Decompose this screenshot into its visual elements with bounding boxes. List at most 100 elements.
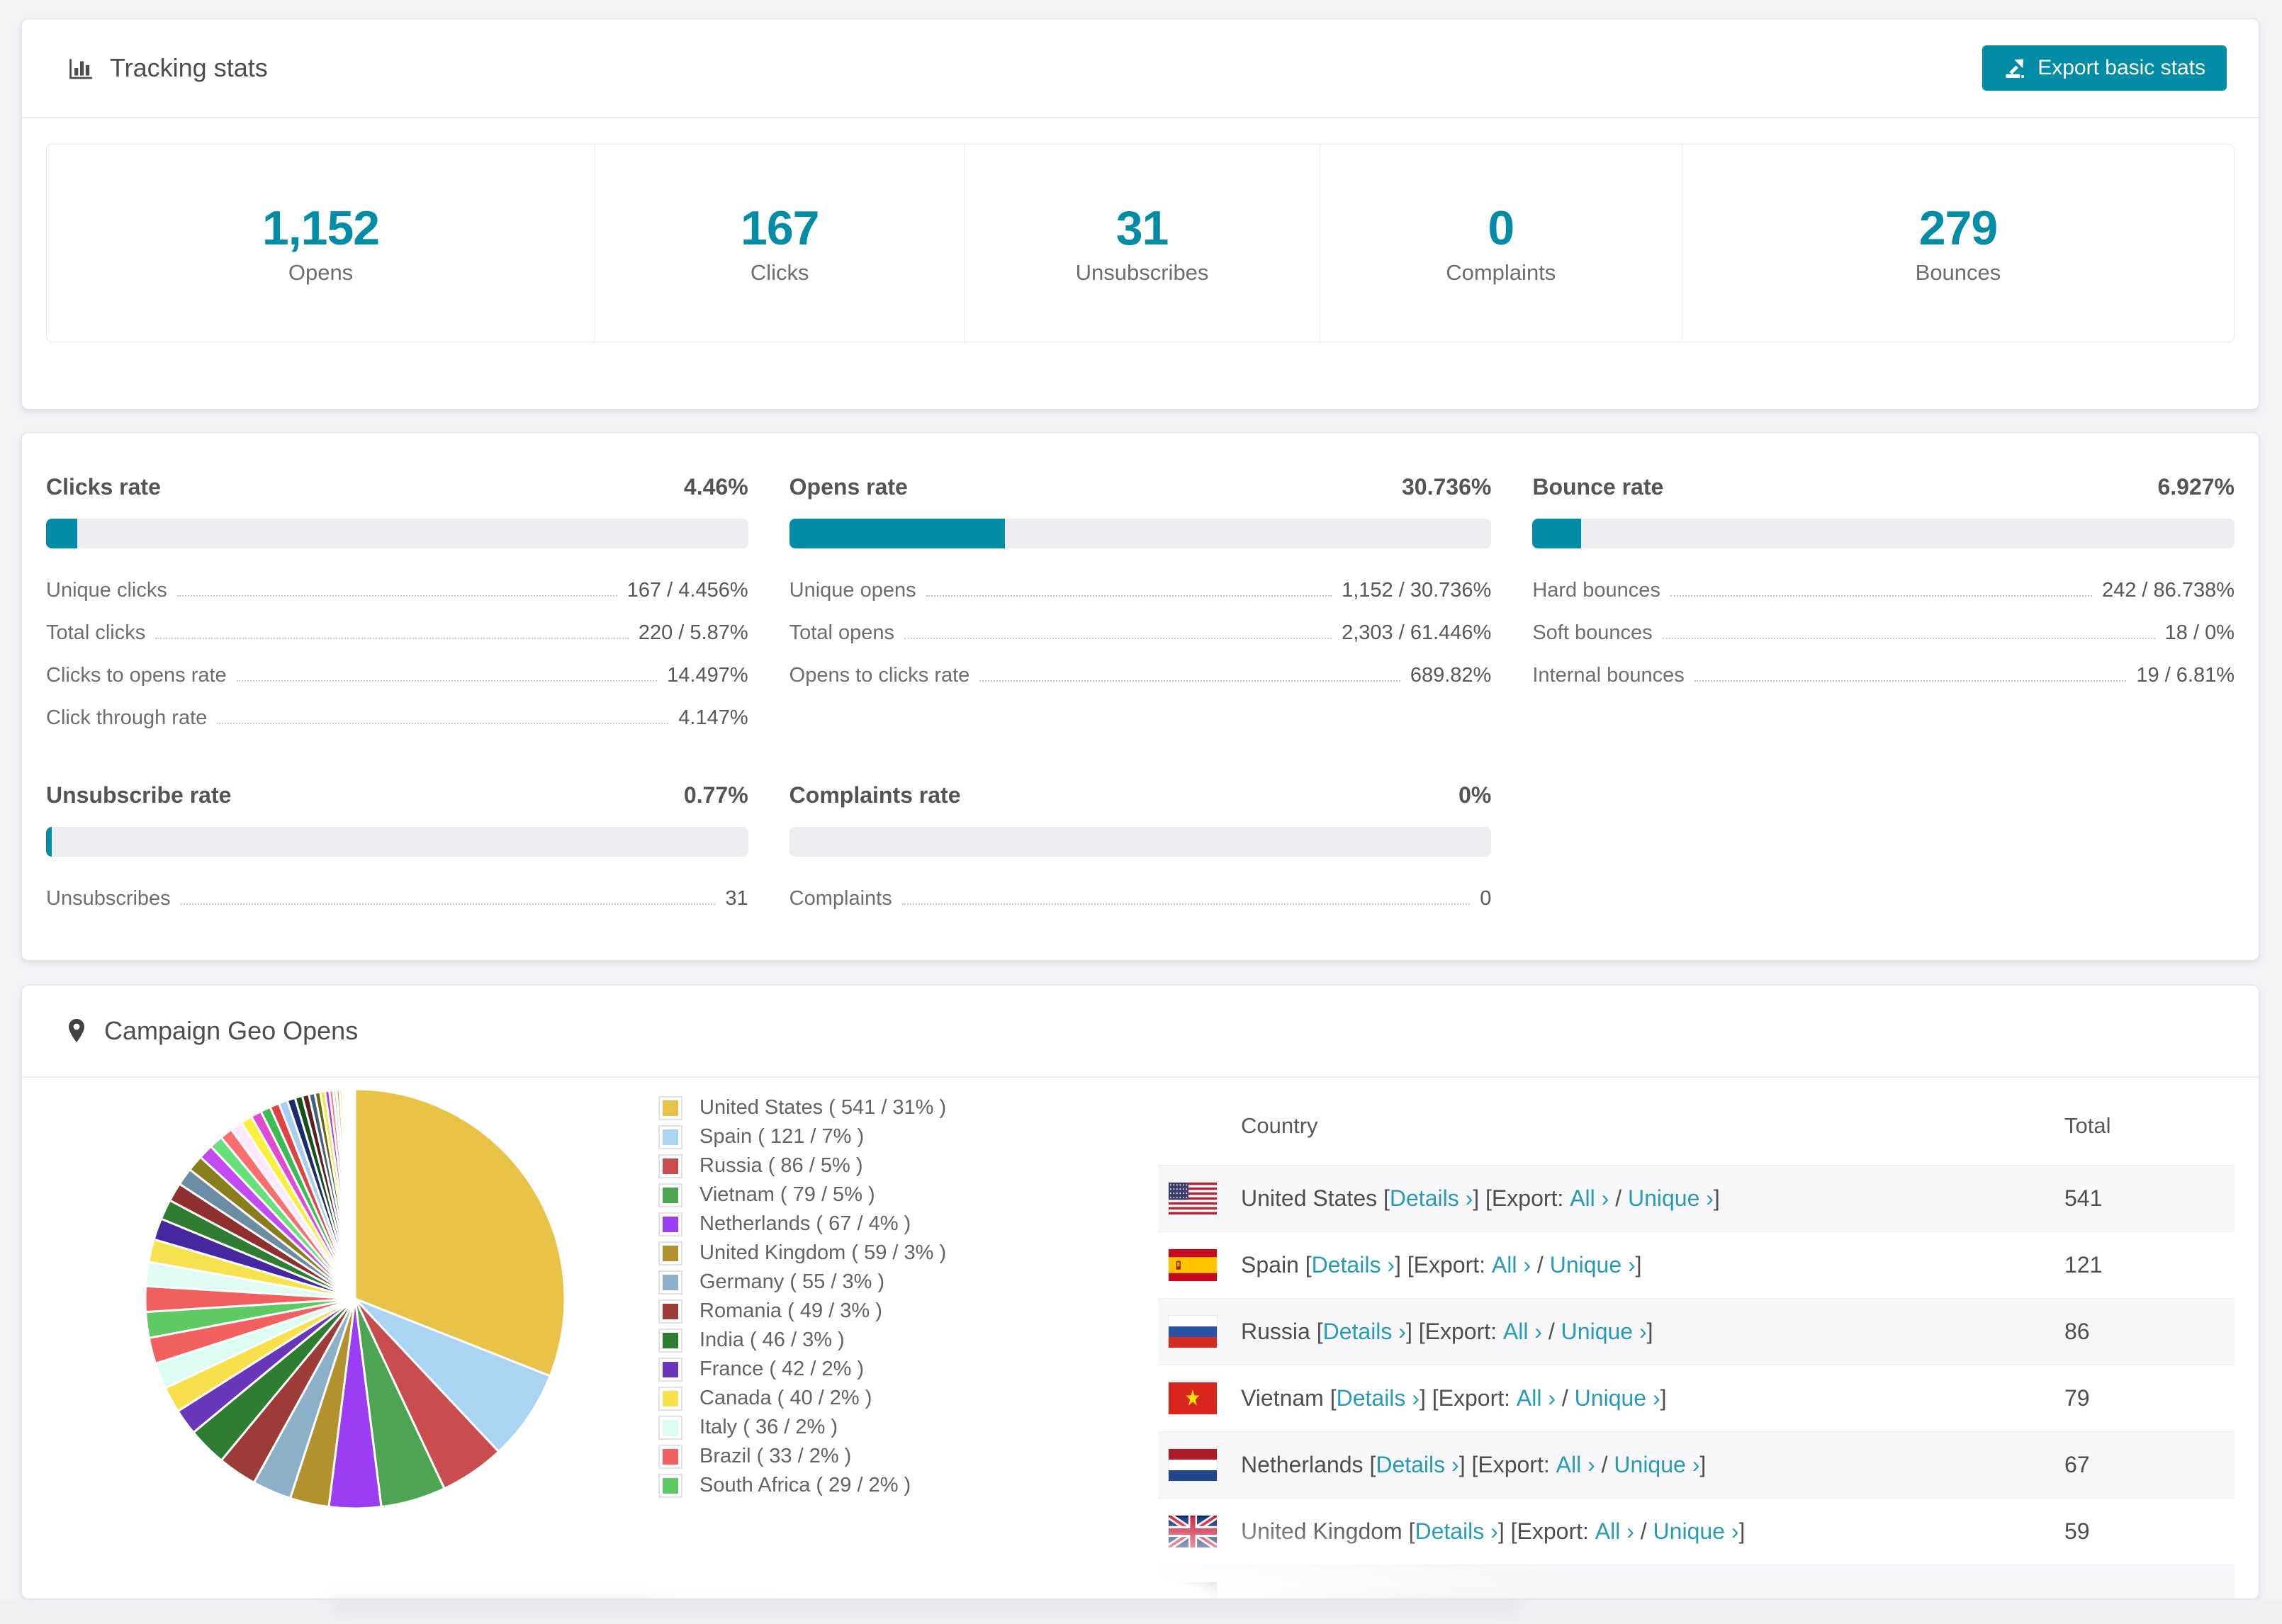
rate-value: 6.927% — [2157, 474, 2235, 500]
legend-item-vietnam: Vietnam ( 79 / 5% ) — [658, 1180, 946, 1209]
details-link[interactable]: Details › — [1312, 1252, 1395, 1278]
slash: / — [1531, 1252, 1550, 1278]
rate-title: Bounce rate — [1532, 474, 1664, 500]
export-unique-link[interactable]: Unique › — [1575, 1385, 1660, 1411]
country-cell: United States [Details ›] [Export: All ›… — [1241, 1166, 1720, 1231]
country-name: Russia — [1241, 1319, 1317, 1344]
export-all-link[interactable]: All › — [1595, 1518, 1634, 1545]
rates-card: Clicks rate 4.46% Unique clicks 167 / 4.456… — [21, 432, 2259, 961]
legend-label: South Africa ( 29 / 2% ) — [699, 1474, 911, 1496]
legend-label: India ( 46 / 3% ) — [699, 1329, 845, 1351]
stat-value: 31 — [1115, 201, 1169, 255]
rate-row-value: 242 / 86.738% — [2101, 579, 2235, 602]
dotted-leader — [1694, 680, 2127, 682]
rate-head: Complaints rate 0% — [789, 782, 1492, 808]
rate-row-label: Opens to clicks rate — [789, 664, 970, 687]
dotted-leader — [155, 638, 629, 639]
rate-row: Total clicks 220 / 5.87% — [46, 608, 748, 650]
rate-row: Unique clicks 167 / 4.456% — [46, 565, 748, 608]
legend-swatch — [658, 1241, 682, 1265]
rate-row-label: Soft bounces — [1532, 621, 1653, 644]
bracket: ] — [1738, 1518, 1746, 1544]
rate-row: Unique opens 1,152 / 30.736% — [789, 565, 1492, 608]
rate-rows: Complaints 0 — [789, 874, 1492, 916]
total-cell: 86 — [2064, 1319, 2090, 1344]
stat-cell-bounces: 279 Bounces — [1682, 145, 2234, 342]
legend-swatch — [658, 1328, 682, 1353]
rate-section-clicks-rate: Clicks rate 4.46% Unique clicks 167 / 4.456… — [46, 474, 748, 735]
dotted-leader — [904, 638, 1332, 639]
legend-label: United States ( 541 / 31% ) — [699, 1096, 947, 1119]
rate-row-value: 14.497% — [667, 664, 748, 687]
rate-row-label: Internal bounces — [1532, 664, 1685, 687]
rate-row: Clicks to opens rate 14.497% — [46, 650, 748, 693]
export-all-link[interactable]: All › — [1556, 1452, 1595, 1478]
legend-swatch — [658, 1386, 682, 1411]
rate-row-label: Unique clicks — [46, 579, 167, 602]
geo-table-row-united-states: United States [Details ›] [Export: All ›… — [1158, 1166, 2235, 1232]
rate-row-label: Unsubscribes — [46, 887, 171, 910]
export-all-link[interactable]: All › — [1570, 1185, 1609, 1212]
export-all-link[interactable]: All › — [1492, 1252, 1531, 1278]
total-cell: 67 — [2064, 1452, 2090, 1477]
slash: / — [1542, 1319, 1561, 1344]
progress-bar-track — [1532, 519, 2235, 548]
bracket: ] — [1713, 1185, 1720, 1211]
flag-icon-es — [1169, 1249, 1217, 1281]
bracket: ] — [1635, 1252, 1642, 1278]
export-basic-stats-button[interactable]: Export basic stats — [1982, 45, 2227, 91]
export-unique-link[interactable]: Unique › — [1628, 1185, 1714, 1212]
legend-item-brazil: Brazil ( 33 / 2% ) — [658, 1442, 946, 1471]
rate-value: 0% — [1458, 782, 1492, 808]
bracket: ] [Export: — [1458, 1452, 1556, 1477]
export-unique-link[interactable]: Unique › — [1550, 1252, 1636, 1278]
legend-item-germany: Germany ( 55 / 3% ) — [658, 1268, 946, 1297]
export-unique-link[interactable]: Unique › — [1561, 1319, 1647, 1345]
bracket: ] — [1699, 1452, 1707, 1477]
bottom-fade-overlay — [646, 1517, 1595, 1598]
legend-swatch — [658, 1270, 682, 1295]
legend-item-france: France ( 42 / 2% ) — [658, 1355, 946, 1384]
bracket: ] [Export: — [1473, 1185, 1570, 1211]
country-cell: Vietnam [Details ›] [Export: All › / Uni… — [1241, 1365, 1667, 1431]
country-name: United States — [1241, 1185, 1383, 1211]
flag-icon-nl — [1169, 1449, 1217, 1481]
stat-value: 167 — [741, 201, 819, 255]
legend-swatch — [658, 1212, 682, 1236]
stat-cell-opens: 1,152 Opens — [47, 145, 596, 342]
rate-row-value: 167 / 4.456% — [626, 579, 748, 602]
rate-row: Total opens 2,303 / 61.446% — [789, 608, 1492, 650]
legend-swatch — [658, 1415, 682, 1440]
rate-head: Bounce rate 6.927% — [1532, 474, 2235, 500]
export-all-link[interactable]: All › — [1517, 1385, 1556, 1411]
flag-icon-ru — [1169, 1316, 1217, 1348]
details-link[interactable]: Details › — [1337, 1385, 1420, 1411]
geo-card-title: Campaign Geo Opens — [104, 1016, 359, 1045]
map-pin-icon — [66, 1017, 87, 1044]
rates-grid: Clicks rate 4.46% Unique clicks 167 / 4.456… — [22, 433, 2259, 916]
total-cell: 541 — [2064, 1185, 2103, 1211]
legend-label: Russia ( 86 / 5% ) — [699, 1154, 863, 1177]
legend-swatch — [658, 1473, 682, 1498]
details-link[interactable]: Details › — [1323, 1319, 1406, 1345]
dotted-leader — [176, 595, 617, 597]
rate-row-label: Total clicks — [46, 621, 146, 644]
bracket: ] [Export: — [1405, 1319, 1503, 1344]
details-link[interactable]: Details › — [1376, 1452, 1458, 1478]
dotted-leader — [979, 680, 1400, 682]
legend-swatch — [658, 1124, 682, 1149]
export-all-link[interactable]: All › — [1503, 1319, 1542, 1345]
country-cell: Russia [Details ›] [Export: All › / Uniq… — [1241, 1299, 1653, 1365]
tracking-stats-card: Tracking stats Export basic stats 1,152 … — [21, 18, 2259, 410]
details-link[interactable]: Details › — [1390, 1185, 1473, 1212]
geo-table-row-spain: Spain [Details ›] [Export: All › / Uniqu… — [1158, 1232, 2235, 1299]
rate-row-value: 1,152 / 30.736% — [1342, 579, 1492, 602]
dotted-leader — [217, 723, 669, 724]
export-button-label: Export basic stats — [2038, 56, 2205, 79]
rate-head: Clicks rate 4.46% — [46, 474, 748, 500]
geo-opens-pie-chart — [141, 1085, 569, 1513]
slash: / — [1609, 1185, 1628, 1211]
stat-label: Unsubscribes — [1075, 260, 1209, 285]
export-unique-link[interactable]: Unique › — [1614, 1452, 1699, 1478]
export-unique-link[interactable]: Unique › — [1653, 1518, 1739, 1545]
